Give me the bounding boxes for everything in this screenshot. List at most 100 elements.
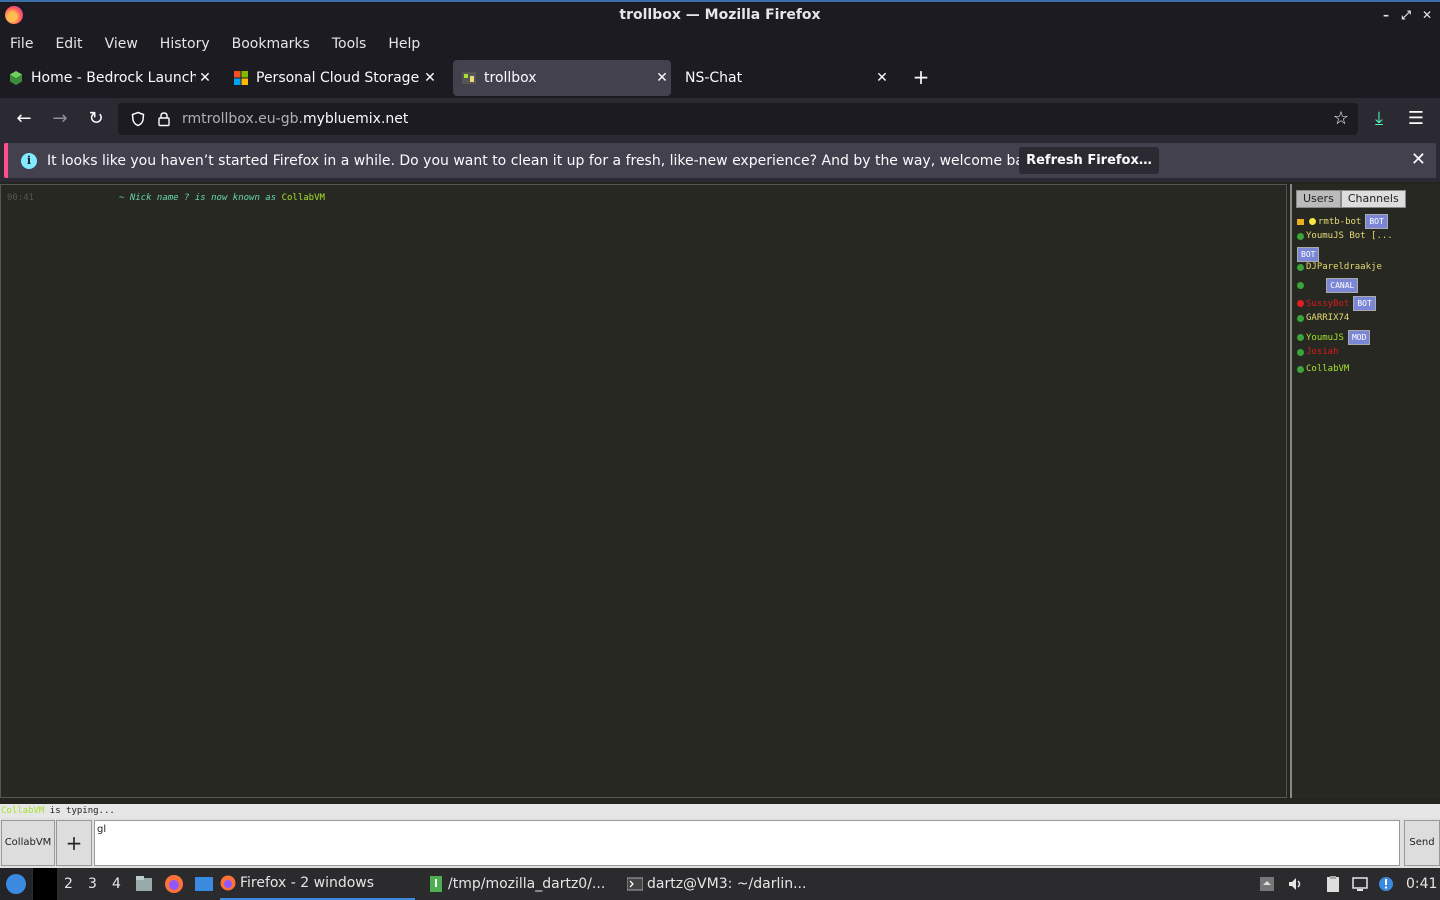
user-list-item[interactable]: rmtb-bot BOT xyxy=(1297,214,1388,229)
workspace-4[interactable]: 4 xyxy=(112,876,121,892)
task-firefox[interactable]: Firefox - 2 windows xyxy=(220,868,415,900)
user-name: Josiah xyxy=(1306,347,1339,357)
menu-bar: File Edit View History Bookmarks Tools H… xyxy=(0,30,1440,58)
close-icon[interactable]: ✕ xyxy=(1411,149,1426,170)
volume-icon[interactable] xyxy=(1287,875,1305,893)
user-list-item[interactable]: CANAL xyxy=(1297,278,1359,293)
refresh-notification: i It looks like you haven’t started Fire… xyxy=(4,143,1436,178)
menu-edit[interactable]: Edit xyxy=(55,36,82,52)
firefox-icon xyxy=(220,875,236,891)
user-badge: BOT xyxy=(1353,296,1376,311)
user-list-item[interactable]: CollabVM xyxy=(1297,364,1349,374)
menu-history[interactable]: History xyxy=(160,36,210,52)
start-menu-button[interactable] xyxy=(0,868,32,900)
status-dot-icon xyxy=(1297,263,1304,271)
task-archive[interactable]: /tmp/mozilla_dartz0/... xyxy=(428,868,613,900)
status-dot-icon xyxy=(1297,300,1304,307)
bookmark-star-icon[interactable]: ☆ xyxy=(1328,106,1354,132)
task-terminal[interactable]: dartz@VM3: ~/darlin... xyxy=(627,868,812,900)
status-dot-icon xyxy=(1297,232,1304,240)
menu-file[interactable]: File xyxy=(10,36,33,52)
microsoft-logo-icon xyxy=(234,71,248,85)
lock-icon[interactable] xyxy=(156,111,172,127)
maximize-button[interactable]: ⤢ xyxy=(1397,6,1415,24)
user-name: GARRIX74 xyxy=(1306,313,1350,323)
start-logo-icon xyxy=(6,874,26,894)
workspace-1[interactable] xyxy=(33,868,57,900)
tab-label: Personal Cloud Storage - xyxy=(256,70,421,86)
tab-channels[interactable]: Channels xyxy=(1340,190,1406,208)
user-name xyxy=(1306,281,1322,291)
tab-close-button[interactable]: ✕ xyxy=(421,70,439,86)
tab-trollbox[interactable]: trollbox ✕ xyxy=(453,60,671,96)
notes-tray-icon[interactable] xyxy=(1258,875,1276,893)
chat-message: 00:41 ~ Nick name ? is now known as Coll… xyxy=(7,193,325,203)
menu-bookmarks[interactable]: Bookmarks xyxy=(232,36,310,52)
status-dot-icon xyxy=(1297,365,1304,373)
chat-timestamp: 00:41 xyxy=(7,193,35,203)
tab-ns-chat[interactable]: NS-Chat ✕ xyxy=(685,60,891,96)
status-dot-icon xyxy=(1297,282,1304,289)
user-list-item[interactable]: DJPareldraakje xyxy=(1297,262,1382,272)
menu-help[interactable]: Help xyxy=(388,36,420,52)
lock-icon xyxy=(1297,218,1304,225)
taskbar: 2 3 4 Firefox - 2 windows /tmp/mozilla_d… xyxy=(0,868,1440,900)
workspace-2[interactable]: 2 xyxy=(64,876,73,892)
url-bar[interactable]: rmtrollbox.eu-gb. mybluemix.net xyxy=(118,103,1358,135)
tab-label: NS-Chat xyxy=(685,70,743,86)
desktop-icon[interactable] xyxy=(194,874,214,894)
menu-tools[interactable]: Tools xyxy=(332,36,367,52)
url-domain: mybluemix.net xyxy=(302,111,409,127)
nickname-button[interactable]: CollabVM xyxy=(1,820,55,866)
tab-close-button[interactable]: ✕ xyxy=(653,70,671,86)
tab-users[interactable]: Users xyxy=(1296,190,1341,208)
typing-indicator: CollabVM is typing... xyxy=(0,804,1440,818)
user-badge: BOT xyxy=(1365,214,1388,229)
message-input[interactable]: gl xyxy=(94,820,1400,866)
user-name: YoumuJS Bot [... xyxy=(1306,231,1393,241)
downloads-icon[interactable]: ⤓ xyxy=(1366,106,1392,132)
send-button[interactable]: Send xyxy=(1404,820,1440,866)
updates-icon[interactable] xyxy=(1377,875,1395,893)
workspace-3[interactable]: 3 xyxy=(88,876,97,892)
user-name: CollabVM xyxy=(1306,364,1350,374)
trollbox-page: 00:41 ~ Nick name ? is now known as Coll… xyxy=(0,182,1440,868)
reload-button[interactable]: ↻ xyxy=(83,106,109,132)
user-name: DJPareldraakje xyxy=(1306,262,1382,272)
bedrock-cube-icon xyxy=(10,71,22,85)
back-button[interactable]: ← xyxy=(11,106,37,132)
user-list-item[interactable]: SussyBot BOT xyxy=(1297,296,1376,311)
clipboard-icon[interactable] xyxy=(1324,875,1342,893)
user-list-item[interactable]: YoumuJS Bot [... xyxy=(1297,231,1393,241)
task-label: Firefox - 2 windows xyxy=(240,875,375,891)
close-window-button[interactable]: ✕ xyxy=(1418,6,1436,24)
add-button[interactable]: + xyxy=(56,820,92,866)
minimize-button[interactable]: – xyxy=(1377,6,1395,24)
refresh-firefox-button[interactable]: Refresh Firefox… xyxy=(1019,147,1159,174)
firefox-launcher-icon[interactable] xyxy=(164,874,184,894)
user-list-item[interactable]: Josiah xyxy=(1297,347,1339,357)
user-sidebar: Users Channels rmtb-bot BOT YoumuJS Bot [.… xyxy=(1290,184,1440,798)
network-icon[interactable] xyxy=(1351,875,1369,893)
user-list-item[interactable]: YoumuJS MOD xyxy=(1297,330,1371,345)
user-badge: BOT xyxy=(1297,247,1320,262)
url-host: rmtrollbox.eu-gb. xyxy=(182,111,303,127)
tab-personal-cloud-storage[interactable]: Personal Cloud Storage - ✕ xyxy=(233,60,439,96)
typing-nick: CollabVM xyxy=(1,806,45,816)
info-icon: i xyxy=(21,152,37,169)
tab-label: trollbox xyxy=(484,70,537,86)
user-name: rmtb-bot xyxy=(1318,216,1362,227)
forward-button[interactable]: → xyxy=(47,106,73,132)
file-manager-icon[interactable] xyxy=(134,874,154,894)
chat-log[interactable]: 00:41 ~ Nick name ? is now known as Coll… xyxy=(0,184,1287,798)
tab-close-button[interactable]: ✕ xyxy=(873,70,891,86)
tab-bedrock-launcher[interactable]: Home - Bedrock Launcher ✕ xyxy=(8,60,214,96)
user-list-item[interactable]: GARRIX74 xyxy=(1297,313,1349,323)
user-list-item[interactable]: BOT xyxy=(1297,247,1320,262)
shield-icon[interactable] xyxy=(130,111,146,127)
app-menu-icon[interactable]: ☰ xyxy=(1403,106,1429,132)
menu-view[interactable]: View xyxy=(105,36,138,52)
new-tab-button[interactable]: + xyxy=(910,66,932,88)
terminal-icon xyxy=(627,877,643,891)
tab-close-button[interactable]: ✕ xyxy=(196,70,214,86)
